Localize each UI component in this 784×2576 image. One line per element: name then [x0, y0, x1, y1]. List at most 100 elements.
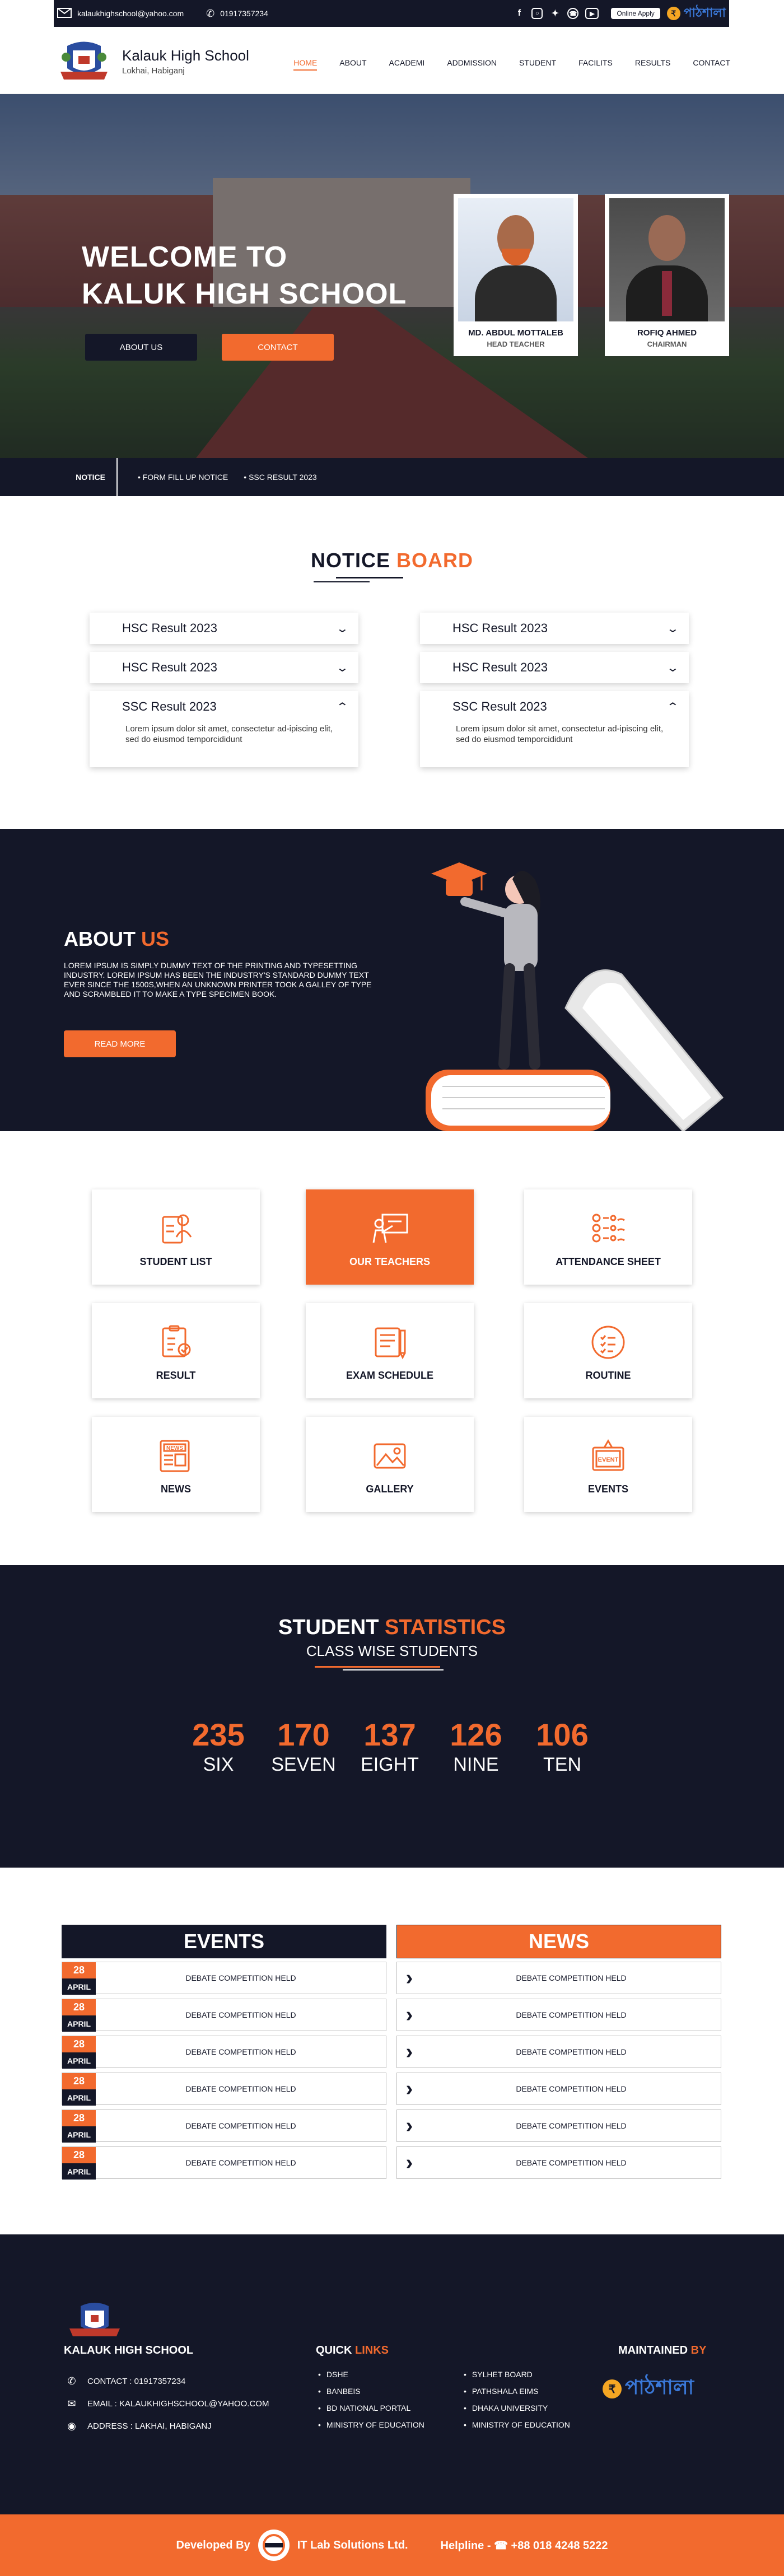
- accordion-title: HSC Result 2023: [122, 660, 217, 674]
- result-card[interactable]: RESULT: [92, 1303, 260, 1398]
- school-logo[interactable]: [56, 40, 112, 85]
- event-item[interactable]: 28 APRIL DEBATE COMPETITION HELD: [62, 1999, 386, 2032]
- quick-link[interactable]: DHAKA UNIVERSITY: [464, 2404, 548, 2412]
- nav-student[interactable]: STUDENT: [519, 58, 556, 71]
- routine-card[interactable]: ROUTINE: [524, 1303, 692, 1398]
- news-item[interactable]: › DEBATE COMPETITION HELD: [396, 2073, 721, 2105]
- developer-company[interactable]: IT Lab Solutions Ltd.: [297, 2539, 408, 2552]
- footer-contact[interactable]: ✆ CONTACT : 01917357234: [64, 2374, 185, 2388]
- top-phone[interactable]: ✆ 01917357234: [206, 8, 268, 20]
- accordion-item[interactable]: HSC Result 2023 ⌄: [420, 613, 689, 644]
- notice-board-title-a: NOTICE: [310, 549, 390, 572]
- news-text: DEBATE COMPETITION HELD: [516, 1973, 627, 1982]
- stat-item: 106 TEN: [523, 1716, 601, 1776]
- quick-link[interactable]: DSHE: [318, 2370, 348, 2379]
- quick-link[interactable]: PATHSHALA EIMS: [464, 2387, 539, 2396]
- chevron-down-icon: ⌄: [666, 622, 680, 635]
- school-name: Kalauk High School: [122, 47, 249, 64]
- event-item[interactable]: 28 APRIL DEBATE COMPETITION HELD: [62, 2110, 386, 2143]
- quick-link[interactable]: MINISTRY OF EDUCATION: [318, 2420, 424, 2429]
- quick-link[interactable]: SYLHET BOARD: [464, 2370, 533, 2379]
- gallery-card[interactable]: GALLERY: [306, 1417, 474, 1512]
- nav-facilities[interactable]: FACILITS: [578, 58, 613, 71]
- head-teacher-card[interactable]: MD. ABDUL MOTTALEB HEAD TEACHER: [454, 194, 578, 356]
- chevron-down-icon: ⌄: [666, 661, 680, 674]
- top-bar: kalaukhighschool@yahoo.com ✆ 01917357234…: [0, 0, 784, 27]
- news-text: DEBATE COMPETITION HELD: [516, 2084, 627, 2093]
- hero-banner: WELCOME TO KALUK HIGH SCHOOL ABOUT US CO…: [0, 94, 784, 458]
- whatsapp-icon[interactable]: ☎: [567, 8, 579, 19]
- event-day: 28: [62, 1999, 96, 2015]
- about-title-b: US: [141, 927, 170, 950]
- contact-button[interactable]: CONTACT: [222, 334, 334, 361]
- event-item[interactable]: 28 APRIL DEBATE COMPETITION HELD: [62, 2036, 386, 2069]
- event-item[interactable]: 28 APRIL DEBATE COMPETITION HELD: [62, 1962, 386, 1995]
- footer-address: ◉ ADDRESS : LAKHAI, HABIGANJ: [64, 2419, 212, 2433]
- nav-results[interactable]: RESULTS: [635, 58, 671, 71]
- notice-item[interactable]: • SSC RESULT 2023: [244, 473, 316, 482]
- about-us-button[interactable]: ABOUT US: [85, 334, 197, 361]
- youtube-icon[interactable]: ▶: [585, 8, 599, 19]
- chevron-down-icon: ⌄: [335, 622, 349, 635]
- nav-home[interactable]: HOME: [293, 58, 318, 71]
- student-list-card[interactable]: STUDENT LIST: [92, 1189, 260, 1285]
- nav-contact[interactable]: CONTACT: [693, 58, 730, 71]
- nav-admission[interactable]: ADDMISSION: [447, 58, 497, 71]
- online-apply-button[interactable]: Online Apply: [611, 8, 660, 19]
- event-month: APRIL: [62, 2015, 96, 2032]
- events-card[interactable]: EVENT EVENTS: [524, 1417, 692, 1512]
- facebook-icon[interactable]: f: [514, 8, 525, 19]
- stat-count: 106: [536, 1717, 589, 1752]
- top-email[interactable]: kalaukhighschool@yahoo.com: [57, 7, 184, 20]
- event-text: DEBATE COMPETITION HELD: [185, 1973, 296, 1982]
- site-footer: KALAUK HIGH SCHOOL ✆ CONTACT : 0191735723…: [0, 2234, 784, 2514]
- event-day: 28: [62, 2110, 96, 2126]
- accordion-item[interactable]: HSC Result 2023 ⌄: [90, 652, 358, 683]
- instagram-icon[interactable]: ○: [531, 8, 543, 19]
- nav-about[interactable]: ABOUT: [339, 58, 366, 71]
- quick-link[interactable]: BD NATIONAL PORTAL: [318, 2404, 410, 2412]
- event-item[interactable]: 28 APRIL DEBATE COMPETITION HELD: [62, 2073, 386, 2106]
- quick-link[interactable]: MINISTRY OF EDUCATION: [464, 2420, 570, 2429]
- news-card[interactable]: NEWS NEWS: [92, 1417, 260, 1512]
- result-icon: [162, 1325, 191, 1357]
- news-item[interactable]: › DEBATE COMPETITION HELD: [396, 2110, 721, 2142]
- mail-icon: [57, 7, 72, 20]
- accordion-title: SSC Result 2023: [122, 699, 217, 713]
- quick-links-title-a: QUICK: [316, 2344, 352, 2356]
- maintainer-text: পাঠশালা: [625, 2376, 694, 2398]
- accordion-item-open[interactable]: SSC Result 2023 ⌃ Lorem ipsum dolor sit a…: [90, 691, 358, 767]
- accordion-item[interactable]: HSC Result 2023 ⌄: [420, 652, 689, 683]
- school-location: Lokhai, Habiganj: [122, 66, 185, 76]
- quick-link[interactable]: BANBEIS: [318, 2387, 361, 2396]
- chairman-card[interactable]: ROFIQ AHMED CHAIRMAN: [605, 194, 729, 356]
- helpline-text[interactable]: Helpline - ☎ +88 018 4248 5222: [441, 2538, 608, 2552]
- exam-schedule-card[interactable]: EXAM SCHEDULE: [306, 1303, 474, 1398]
- news-item[interactable]: › DEBATE COMPETITION HELD: [396, 2036, 721, 2068]
- accordion-item-open[interactable]: SSC Result 2023 ⌃ Lorem ipsum dolor sit a…: [420, 691, 689, 767]
- event-text: DEBATE COMPETITION HELD: [185, 2084, 296, 2093]
- news-item[interactable]: › DEBATE COMPETITION HELD: [396, 1962, 721, 1994]
- maintained-by-title-a: MAINTAINED: [618, 2344, 688, 2356]
- news-icon: NEWS: [160, 1440, 190, 1472]
- twitter-icon[interactable]: ✦: [549, 8, 561, 19]
- pathshala-logo[interactable]: ₹ পাঠশালা: [666, 3, 726, 24]
- stat-class: TEN: [543, 1754, 581, 1775]
- attendance-sheet-card[interactable]: ATTENDANCE SHEET: [524, 1189, 692, 1285]
- card-label: ATTENDANCE SHEET: [556, 1256, 661, 1267]
- footer-school-logo[interactable]: [64, 2302, 125, 2341]
- accordion-title: HSC Result 2023: [452, 621, 548, 635]
- read-more-button[interactable]: READ MORE: [64, 1030, 176, 1057]
- card-label: GALLERY: [366, 1483, 414, 1495]
- footer-email[interactable]: ✉ EMAIL : KALAUKHIGHSCHOOL@YAHOO.COM: [64, 2397, 269, 2410]
- news-item[interactable]: › DEBATE COMPETITION HELD: [396, 1999, 721, 2031]
- it-lab-logo[interactable]: [258, 2530, 290, 2561]
- accordion-item[interactable]: HSC Result 2023 ⌄: [90, 613, 358, 644]
- event-item[interactable]: 28 APRIL DEBATE COMPETITION HELD: [62, 2146, 386, 2180]
- our-teachers-card[interactable]: OUR TEACHERS: [306, 1189, 474, 1285]
- teacher-icon: [372, 1214, 408, 1243]
- nav-academic[interactable]: ACADEMI: [389, 58, 425, 71]
- news-item[interactable]: › DEBATE COMPETITION HELD: [396, 2146, 721, 2179]
- notice-item[interactable]: • FORM FILL UP NOTICE: [138, 473, 228, 482]
- maintainer-logo[interactable]: ₹ পাঠশালা: [603, 2372, 694, 2406]
